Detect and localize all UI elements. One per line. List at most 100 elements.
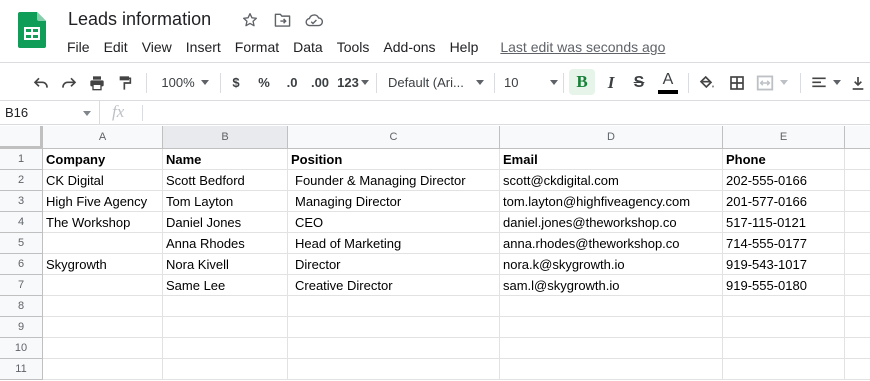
row-header-9[interactable]: 9 xyxy=(0,317,43,338)
move-to-folder-icon[interactable] xyxy=(272,10,292,30)
table-cell[interactable] xyxy=(845,359,870,380)
row-header-1[interactable]: 1 xyxy=(0,149,43,170)
table-cell[interactable] xyxy=(845,317,870,338)
header-cell[interactable]: Position xyxy=(288,149,500,170)
vertical-align-icon[interactable] xyxy=(848,63,868,102)
more-formats-button[interactable]: 123 xyxy=(336,63,370,102)
table-cell[interactable] xyxy=(500,359,723,380)
zoom-select[interactable]: 100% xyxy=(156,63,214,102)
horizontal-align-icon[interactable] xyxy=(808,63,844,102)
column-header-d[interactable]: D xyxy=(500,126,723,149)
table-cell[interactable] xyxy=(845,191,870,212)
row-header-11[interactable]: 11 xyxy=(0,359,43,380)
table-cell[interactable] xyxy=(43,338,163,359)
table-cell[interactable] xyxy=(723,359,845,380)
table-cell[interactable]: scott@ckdigital.com xyxy=(500,170,723,191)
table-cell[interactable] xyxy=(43,275,163,296)
merge-cells-icon[interactable] xyxy=(754,63,790,102)
row-header-2[interactable]: 2 xyxy=(0,170,43,191)
table-cell[interactable] xyxy=(288,338,500,359)
table-cell[interactable]: 517-115-0121 xyxy=(723,212,845,233)
table-cell[interactable]: Skygrowth xyxy=(43,254,163,275)
row-header-3[interactable]: 3 xyxy=(0,191,43,212)
table-cell[interactable] xyxy=(163,338,288,359)
print-icon[interactable] xyxy=(86,63,108,102)
table-cell[interactable]: Director xyxy=(288,254,500,275)
table-cell[interactable]: 201-577-0166 xyxy=(723,191,845,212)
table-cell[interactable]: Head of Marketing xyxy=(288,233,500,254)
table-cell[interactable]: sam.l@skygrowth.io xyxy=(500,275,723,296)
font-size-select[interactable]: 10 xyxy=(504,63,558,102)
table-cell[interactable] xyxy=(845,170,870,191)
table-cell[interactable]: The Workshop xyxy=(43,212,163,233)
fill-color-icon[interactable] xyxy=(696,63,718,102)
row-header-8[interactable]: 8 xyxy=(0,296,43,317)
menu-file[interactable]: File xyxy=(60,37,97,57)
table-cell[interactable]: Nora Kivell xyxy=(163,254,288,275)
undo-icon[interactable] xyxy=(30,63,52,102)
select-all-corner[interactable] xyxy=(0,126,43,149)
table-cell[interactable] xyxy=(845,254,870,275)
table-cell[interactable] xyxy=(288,359,500,380)
table-cell[interactable] xyxy=(288,317,500,338)
table-cell[interactable] xyxy=(845,149,870,170)
table-cell[interactable] xyxy=(500,296,723,317)
table-cell[interactable]: Daniel Jones xyxy=(163,212,288,233)
header-cell[interactable]: Company xyxy=(43,149,163,170)
table-cell[interactable]: Same Lee xyxy=(163,275,288,296)
row-header-7[interactable]: 7 xyxy=(0,275,43,296)
row-header-6[interactable]: 6 xyxy=(0,254,43,275)
menu-insert[interactable]: Insert xyxy=(179,37,228,57)
table-cell[interactable] xyxy=(43,296,163,317)
table-cell[interactable] xyxy=(163,317,288,338)
row-header-5[interactable]: 5 xyxy=(0,233,43,254)
decrease-decimal-button[interactable]: .0 xyxy=(280,63,304,102)
table-cell[interactable] xyxy=(163,359,288,380)
strikethrough-button[interactable]: S xyxy=(628,63,650,102)
menu-addons[interactable]: Add-ons xyxy=(376,37,442,57)
text-color-button[interactable]: A xyxy=(656,63,680,102)
star-icon[interactable] xyxy=(240,10,260,30)
table-cell[interactable] xyxy=(723,296,845,317)
redo-icon[interactable] xyxy=(58,63,80,102)
menu-format[interactable]: Format xyxy=(228,37,286,57)
table-cell[interactable]: daniel.jones@theworkshop.co xyxy=(500,212,723,233)
table-cell[interactable]: 714-555-0177 xyxy=(723,233,845,254)
percent-format-button[interactable]: % xyxy=(254,63,274,102)
menu-data[interactable]: Data xyxy=(286,37,330,57)
table-cell[interactable]: 919-555-0180 xyxy=(723,275,845,296)
column-header-c[interactable]: C xyxy=(288,126,500,149)
table-cell[interactable] xyxy=(163,296,288,317)
table-cell[interactable] xyxy=(723,338,845,359)
table-cell[interactable]: Managing Director xyxy=(288,191,500,212)
header-cell[interactable]: Name xyxy=(163,149,288,170)
table-cell[interactable] xyxy=(845,296,870,317)
table-cell[interactable]: Scott Bedford xyxy=(163,170,288,191)
row-header-10[interactable]: 10 xyxy=(0,338,43,359)
table-cell[interactable] xyxy=(845,212,870,233)
table-cell[interactable]: Creative Director xyxy=(288,275,500,296)
menu-view[interactable]: View xyxy=(135,37,179,57)
table-cell[interactable]: Founder & Managing Director xyxy=(288,170,500,191)
italic-button[interactable]: I xyxy=(600,63,622,102)
table-cell[interactable] xyxy=(288,296,500,317)
paint-format-icon[interactable] xyxy=(114,63,136,102)
table-cell[interactable] xyxy=(500,317,723,338)
row-header-4[interactable]: 4 xyxy=(0,212,43,233)
name-box[interactable]: B16 xyxy=(0,101,100,125)
column-header-next[interactable] xyxy=(845,126,870,149)
table-cell[interactable]: CK Digital xyxy=(43,170,163,191)
menu-tools[interactable]: Tools xyxy=(330,37,377,57)
bold-button[interactable]: B xyxy=(569,69,595,95)
menu-edit[interactable]: Edit xyxy=(97,37,135,57)
document-title[interactable]: Leads information xyxy=(68,9,211,30)
sheets-logo-icon[interactable] xyxy=(18,12,46,48)
table-cell[interactable] xyxy=(43,359,163,380)
table-cell[interactable]: 919-543-1017 xyxy=(723,254,845,275)
table-cell[interactable]: 202-555-0166 xyxy=(723,170,845,191)
font-family-select[interactable]: Default (Ari... xyxy=(388,63,484,102)
menu-help[interactable]: Help xyxy=(443,37,486,57)
currency-format-button[interactable]: $ xyxy=(226,63,246,102)
table-cell[interactable] xyxy=(845,338,870,359)
table-cell[interactable]: Tom Layton xyxy=(163,191,288,212)
